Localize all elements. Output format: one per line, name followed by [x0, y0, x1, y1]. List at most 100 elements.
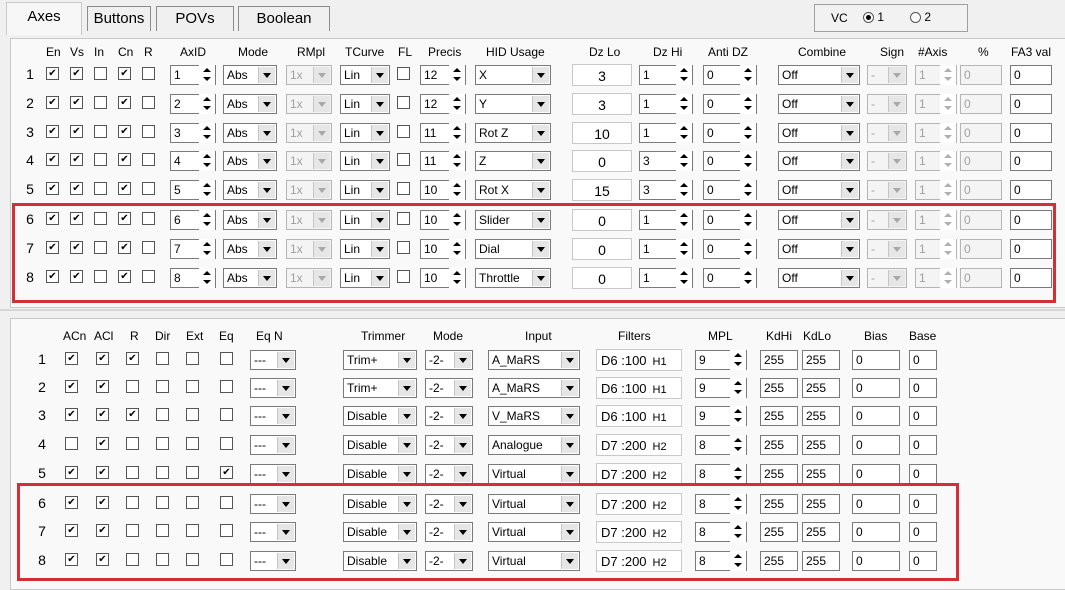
rmpl-dropdown[interactable]: 1x [286, 268, 332, 288]
trimmer-dropdown[interactable]: Disable [343, 551, 417, 571]
kdhi-field[interactable]: 255 [760, 378, 798, 398]
dir-checkbox[interactable] [156, 380, 169, 393]
rmpl-dropdown[interactable]: 1x [286, 239, 332, 259]
cn-checkbox[interactable] [118, 96, 131, 109]
base-field[interactable]: 0 [909, 350, 937, 370]
spin-arrows-icon[interactable] [199, 151, 215, 171]
fa3-value-field[interactable]: 0 [1010, 151, 1052, 171]
tcurve-dropdown[interactable]: Lin [340, 210, 390, 230]
trimmer-mode-dropdown[interactable]: -2- [425, 378, 473, 398]
vs-checkbox[interactable] [70, 96, 83, 109]
dir-checkbox[interactable] [156, 466, 169, 479]
spin-arrows-icon[interactable] [676, 268, 692, 288]
spin-arrows-icon[interactable] [449, 151, 465, 171]
acn-checkbox[interactable] [65, 408, 78, 421]
spin-arrows-icon[interactable] [676, 210, 692, 230]
mode-dropdown[interactable]: Abs [223, 180, 277, 200]
combine-dropdown[interactable]: Off [778, 180, 860, 200]
sign-dropdown[interactable]: - [867, 151, 907, 171]
spin-arrows-icon[interactable] [199, 268, 215, 288]
input-dropdown[interactable]: Virtual [488, 494, 580, 514]
spin-arrows-icon[interactable] [676, 123, 692, 143]
spin-arrows-icon[interactable] [199, 239, 215, 259]
fl-checkbox[interactable] [397, 241, 410, 254]
acn-checkbox[interactable] [65, 380, 78, 393]
vs-checkbox[interactable] [70, 182, 83, 195]
spin-arrows-icon[interactable] [449, 210, 465, 230]
r-checkbox[interactable] [126, 380, 139, 393]
eq-n-dropdown[interactable]: --- [250, 494, 296, 514]
percent-field[interactable]: 0 [960, 180, 1002, 200]
spin-arrows-icon[interactable] [676, 94, 692, 114]
eq-checkbox[interactable] [220, 496, 233, 509]
bias-field[interactable]: 0 [852, 378, 900, 398]
spin-arrows-icon[interactable] [730, 378, 746, 398]
in-checkbox[interactable] [94, 270, 107, 283]
rmpl-dropdown[interactable]: 1x [286, 210, 332, 230]
tcurve-dropdown[interactable]: Lin [340, 268, 390, 288]
combine-dropdown[interactable]: Off [778, 94, 860, 114]
eq-checkbox[interactable] [220, 524, 233, 537]
hid-usage-dropdown[interactable]: Rot Z [475, 123, 551, 143]
sign-dropdown[interactable]: - [867, 239, 907, 259]
eq-checkbox[interactable] [220, 408, 233, 421]
tcurve-dropdown[interactable]: Lin [340, 123, 390, 143]
combine-dropdown[interactable]: Off [778, 123, 860, 143]
r-checkbox[interactable] [126, 466, 139, 479]
fa3-value-field[interactable]: 0 [1010, 210, 1052, 230]
trimmer-mode-dropdown[interactable]: -2- [425, 350, 473, 370]
sign-dropdown[interactable]: - [867, 65, 907, 85]
spin-arrows-icon[interactable] [730, 435, 746, 455]
acl-checkbox[interactable] [96, 524, 109, 537]
base-field[interactable]: 0 [909, 522, 937, 542]
rmpl-dropdown[interactable]: 1x [286, 65, 332, 85]
eq-n-dropdown[interactable]: --- [250, 350, 296, 370]
r-checkbox[interactable] [142, 96, 155, 109]
filters-field[interactable]: D7 :200 H2 [596, 521, 682, 543]
fa3-value-field[interactable]: 0 [1010, 94, 1052, 114]
en-checkbox[interactable] [46, 153, 59, 166]
trimmer-mode-dropdown[interactable]: -2- [425, 494, 473, 514]
eq-n-dropdown[interactable]: --- [250, 378, 296, 398]
trimmer-dropdown[interactable]: Trim+ [343, 378, 417, 398]
rmpl-dropdown[interactable]: 1x [286, 123, 332, 143]
input-dropdown[interactable]: Virtual [488, 464, 580, 484]
r-checkbox[interactable] [142, 270, 155, 283]
tab-axes[interactable]: Axes [6, 2, 82, 35]
base-field[interactable]: 0 [909, 378, 937, 398]
acl-checkbox[interactable] [96, 380, 109, 393]
r-checkbox[interactable] [142, 125, 155, 138]
acn-checkbox[interactable] [65, 466, 78, 479]
filters-field[interactable]: D7 :200 H2 [596, 463, 682, 485]
spin-arrows-icon[interactable] [199, 180, 215, 200]
kdlo-field[interactable]: 255 [802, 551, 840, 571]
tcurve-dropdown[interactable]: Lin [340, 94, 390, 114]
cn-checkbox[interactable] [118, 212, 131, 225]
ext-checkbox[interactable] [186, 380, 199, 393]
mode-dropdown[interactable]: Abs [223, 151, 277, 171]
in-checkbox[interactable] [94, 125, 107, 138]
vc-option-2[interactable]: 2 [910, 10, 931, 24]
base-field[interactable]: 0 [909, 494, 937, 514]
r-checkbox[interactable] [142, 153, 155, 166]
trimmer-dropdown[interactable]: Disable [343, 406, 417, 426]
r-checkbox[interactable] [126, 437, 139, 450]
input-dropdown[interactable]: A_MaRS [488, 378, 580, 398]
kdhi-field[interactable]: 255 [760, 494, 798, 514]
spin-arrows-icon[interactable] [730, 406, 746, 426]
cn-checkbox[interactable] [118, 270, 131, 283]
spin-arrows-icon[interactable] [676, 65, 692, 85]
hid-usage-dropdown[interactable]: Z [475, 151, 551, 171]
r-checkbox[interactable] [142, 241, 155, 254]
kdhi-field[interactable]: 255 [760, 435, 798, 455]
base-field[interactable]: 0 [909, 406, 937, 426]
fl-checkbox[interactable] [397, 125, 410, 138]
kdhi-field[interactable]: 255 [760, 464, 798, 484]
in-checkbox[interactable] [94, 182, 107, 195]
fa3-value-field[interactable]: 0 [1010, 268, 1052, 288]
spin-arrows-icon[interactable] [740, 180, 756, 200]
trimmer-dropdown[interactable]: Disable [343, 522, 417, 542]
eq-n-dropdown[interactable]: --- [250, 435, 296, 455]
acl-checkbox[interactable] [96, 466, 109, 479]
vs-checkbox[interactable] [70, 241, 83, 254]
